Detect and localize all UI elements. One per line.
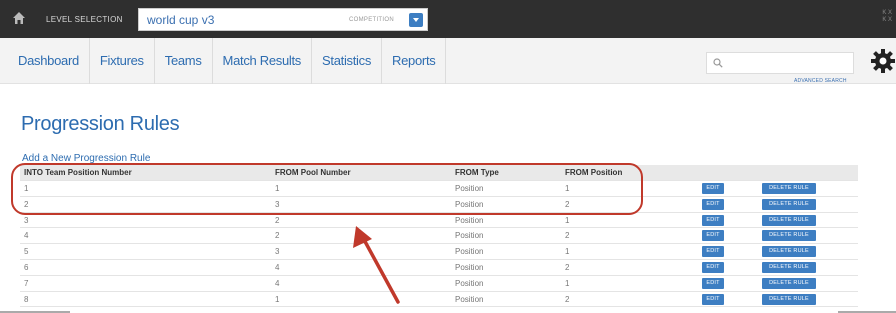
cell-from-type: Position [455,294,484,304]
delete-rule-button[interactable]: DELETE RULE [762,230,816,242]
cell-from-pool: 3 [275,247,280,257]
delete-rule-button[interactable]: DELETE RULE [762,183,816,194]
delete-rule-button[interactable]: DELETE RULE [762,293,816,305]
competition-tag: COMPETITION [349,17,394,23]
cell-into-position: 3 [24,215,29,225]
edit-button[interactable]: EDIT [702,246,724,258]
cell-from-type: Position [455,247,484,257]
gear-icon[interactable] [870,48,896,74]
cell-from-position: 2 [565,231,570,241]
topbar-right-line-2: K X [882,17,892,23]
cell-from-pool: 4 [275,262,280,272]
cell-from-position: 1 [565,278,570,288]
competition-value: world cup v3 [147,13,215,27]
cell-from-type: Position [455,278,484,288]
topbar-right-text: K X K X [882,10,892,24]
main-nav: Dashboard Fixtures Teams Match Results S… [0,38,447,84]
delete-rule-button[interactable]: DELETE RULE [762,261,816,273]
nav-fixtures[interactable]: Fixtures [90,38,155,84]
nav-teams[interactable]: Teams [155,38,213,84]
edit-button[interactable]: EDIT [702,230,724,242]
delete-rule-button[interactable]: DELETE RULE [762,214,816,226]
cell-from-type: Position [455,262,484,272]
nav-statistics[interactable]: Statistics [312,38,383,84]
edit-button[interactable]: EDIT [702,277,724,289]
cell-from-position: 1 [565,247,570,257]
cell-into-position: 5 [24,247,29,257]
edit-button[interactable]: EDIT [702,261,724,273]
edit-button[interactable]: EDIT [702,198,724,210]
page-title: Progression Rules [21,113,180,135]
nav-bar: Dashboard Fixtures Teams Match Results S… [0,38,896,84]
delete-rule-button[interactable]: DELETE RULE [762,198,816,210]
topbar-right-line-1: K X [882,10,892,16]
edit-button[interactable]: EDIT [702,183,724,194]
delete-rule-button[interactable]: DELETE RULE [762,277,816,289]
cell-from-position: 2 [565,294,570,304]
cell-into-position: 4 [24,231,29,241]
cell-from-type: Position [455,231,484,241]
cell-from-pool: 2 [275,231,280,241]
search-icon [713,58,723,68]
cell-into-position: 6 [24,262,29,272]
cell-from-pool: 4 [275,278,280,288]
table-row: 7 4 Position 1 EDIT DELETE RULE [20,276,858,292]
table-row: 4 2 Position 2 EDIT DELETE RULE [20,228,858,245]
table-row: 8 1 Position 2 EDIT DELETE RULE [20,292,858,308]
cell-from-position: 1 [565,215,570,225]
cell-from-type: Position [455,215,484,225]
cell-into-position: 7 [24,278,29,288]
arrow-annotation-icon [353,226,400,304]
search-input[interactable] [706,52,854,74]
table-row: 6 4 Position 2 EDIT DELETE RULE [20,260,858,276]
cell-from-pool: 2 [275,215,280,225]
cell-from-position: 2 [565,262,570,272]
edit-button[interactable]: EDIT [702,214,724,226]
nav-dashboard[interactable]: Dashboard [0,38,90,84]
edit-button[interactable]: EDIT [702,293,724,305]
top-bar: LEVEL SELECTION world cup v3 COMPETITION… [0,0,896,38]
cell-into-position: 8 [24,294,29,304]
cell-from-pool: 1 [275,294,280,304]
delete-rule-button[interactable]: DELETE RULE [762,246,816,258]
table-row: 5 3 Position 1 EDIT DELETE RULE [20,244,858,260]
nav-reports[interactable]: Reports [382,38,447,84]
nav-match-results[interactable]: Match Results [213,38,313,84]
level-selection-label: LEVEL SELECTION [46,15,123,24]
competition-select[interactable]: world cup v3 COMPETITION [138,8,428,31]
highlight-annotation [11,163,643,215]
home-icon[interactable] [12,11,26,25]
advanced-search-link[interactable]: ADVANCED SEARCH [794,78,847,84]
chevron-down-icon[interactable] [409,13,423,27]
